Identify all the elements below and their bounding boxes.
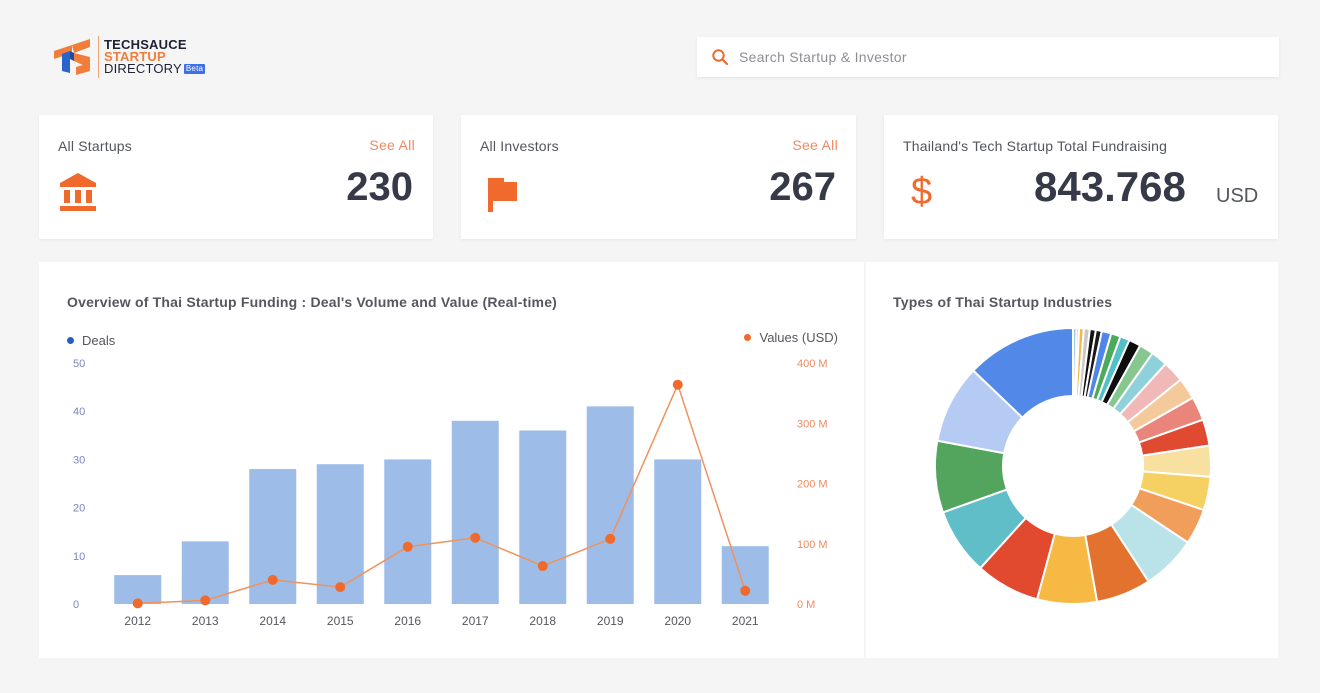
left-axis-tick: 10 [73,551,85,563]
search-input[interactable] [739,49,1259,65]
values-point-2014[interactable] [268,575,278,585]
values-point-2015[interactable] [335,582,345,592]
all-investors-card: All Investors See All 267 [461,115,856,239]
logo-line-directory: DIRECTORY Beta [104,63,205,75]
x-axis-tick: 2017 [462,614,489,628]
industries-donut-chart [866,262,1278,658]
legend-values[interactable]: Values (USD) [744,330,838,345]
total-fundraising-label: Thailand's Tech Startup Total Fundraisin… [903,138,1167,154]
logo-divider [98,36,99,78]
legend-deals[interactable]: Deals [67,333,115,348]
deals-bar-2016[interactable] [384,459,431,604]
legend-values-label: Values (USD) [759,330,838,345]
deals-bar-2018[interactable] [519,430,566,604]
techsauce-logo-mark-icon [52,37,94,77]
x-axis-tick: 2016 [394,614,421,628]
left-axis-tick: 50 [73,358,85,370]
legend-values-dot [744,334,751,341]
right-axis-tick: 400 M [797,358,828,370]
deals-bar-2019[interactable] [587,406,634,604]
beta-badge: Beta [184,64,205,74]
values-line [138,385,746,604]
x-axis-tick: 2015 [327,614,354,628]
bank-icon [59,173,97,213]
techsauce-logo[interactable]: TECHSAUCE STARTUP DIRECTORY Beta [52,36,205,78]
left-axis-tick: 30 [73,454,85,466]
fundraising-unit: USD [1216,185,1258,208]
all-investors-label: All Investors [480,138,559,154]
deals-bar-2020[interactable] [654,459,701,604]
right-axis-tick: 100 M [797,539,828,551]
x-axis-tick: 2020 [664,614,691,628]
right-axis-tick: 300 M [797,418,828,430]
flag-icon [487,177,519,213]
investors-count: 267 [769,165,836,210]
fundraising-amount: 843.768 [1034,163,1186,211]
x-axis-tick: 2013 [192,614,219,628]
funding-chart: 0 10 20 30 40 50 0 M 100 M 200 M 300 M 400 M 2012 20… [39,262,864,658]
right-axis-tick: 0 M [797,599,815,611]
left-axis-tick: 20 [73,503,85,515]
values-point-2020[interactable] [673,380,683,390]
x-axis-tick: 2018 [529,614,556,628]
values-point-2016[interactable] [403,542,413,552]
left-axis-tick: 40 [73,406,85,418]
values-point-2013[interactable] [200,595,210,605]
x-axis-tick: 2019 [597,614,624,628]
see-all-startups-link[interactable]: See All [369,137,415,153]
left-axis-tick: 0 [73,599,79,611]
dollar-icon: $ [911,171,932,214]
logo-text: TECHSAUCE STARTUP DIRECTORY Beta [104,39,205,75]
deals-bar-2017[interactable] [452,421,499,604]
values-point-2012[interactable] [133,598,143,608]
legend-deals-label: Deals [82,333,115,348]
deals-bar-2013[interactable] [182,541,229,604]
industries-panel: Types of Thai Startup Industries [866,262,1278,658]
search-bar[interactable] [697,37,1279,77]
funding-overview-panel: 0 10 20 30 40 50 0 M 100 M 200 M 300 M 400 M 2012 20… [39,262,864,658]
logo-directory-text: DIRECTORY [104,63,182,75]
legend-deals-dot [67,337,74,344]
total-fundraising-card: Thailand's Tech Startup Total Fundraisin… [884,115,1278,239]
values-point-2021[interactable] [740,586,750,596]
right-axis-tick: 200 M [797,479,828,491]
see-all-investors-link[interactable]: See All [792,137,838,153]
search-icon [711,48,729,66]
values-point-2019[interactable] [605,534,615,544]
x-axis-tick: 2021 [732,614,759,628]
startups-count: 230 [346,165,413,210]
x-axis-tick: 2012 [124,614,151,628]
all-startups-label: All Startups [58,138,132,154]
funding-chart-title: Overview of Thai Startup Funding : Deal'… [67,294,557,310]
all-startups-card: All Startups See All 230 [39,115,433,239]
values-point-2018[interactable] [538,561,548,571]
x-axis-tick: 2014 [259,614,286,628]
values-point-2017[interactable] [470,533,480,543]
